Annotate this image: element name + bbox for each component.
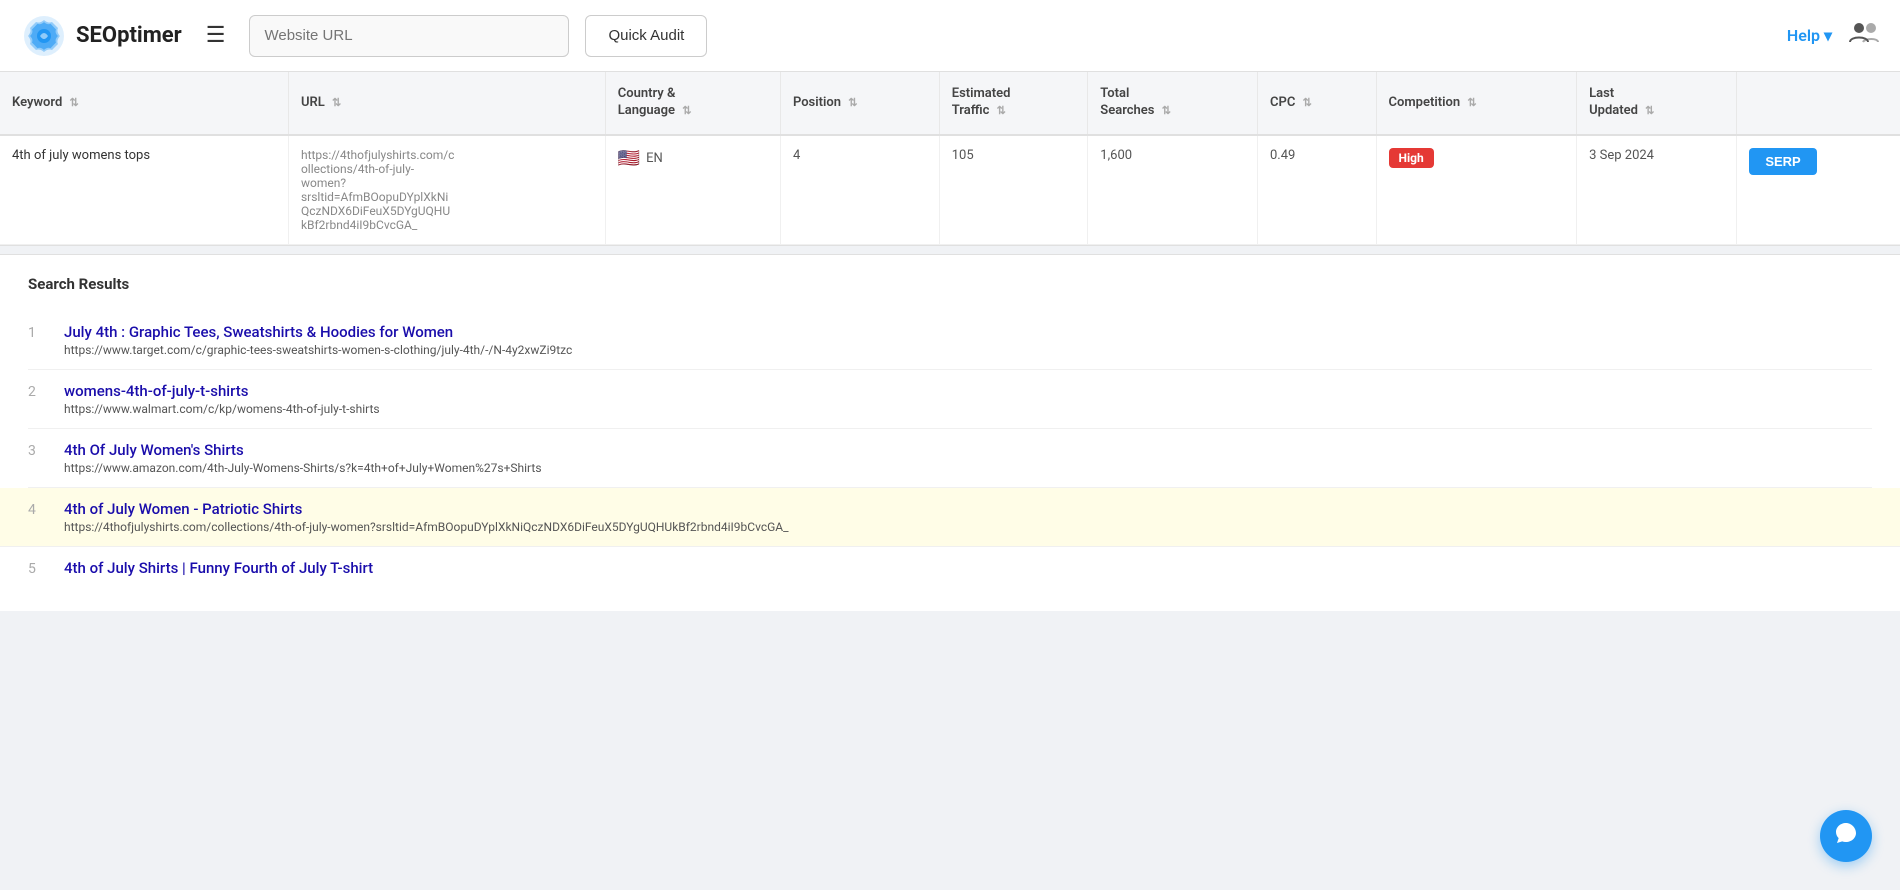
sort-url-icon[interactable]: ⇅ xyxy=(332,96,341,109)
list-item: 3 4th Of July Women's Shirts https://www… xyxy=(28,429,1872,488)
sort-cpc-icon[interactable]: ⇅ xyxy=(1303,96,1312,109)
logo-area: SEOptimer xyxy=(20,12,182,60)
keyword-table-section: Keyword ⇅ URL ⇅ Country &Language ⇅ Posi… xyxy=(0,72,1900,246)
chat-icon xyxy=(1833,820,1859,852)
th-last-updated[interactable]: LastUpdated ⇅ xyxy=(1577,72,1737,135)
th-keyword-label: Keyword xyxy=(12,95,62,110)
help-button[interactable]: Help ▾ xyxy=(1787,26,1832,45)
result-content: 4th of July Shirts | Funny Fourth of Jul… xyxy=(64,559,373,579)
cell-estimated-traffic: 105 xyxy=(939,135,1088,245)
result-url: https://4thofjulyshirts.com/collections/… xyxy=(64,520,789,534)
list-item: 1 July 4th : Graphic Tees, Sweatshirts &… xyxy=(28,311,1872,370)
keyword-table: Keyword ⇅ URL ⇅ Country &Language ⇅ Posi… xyxy=(0,72,1900,245)
cell-total-searches: 1,600 xyxy=(1088,135,1258,245)
result-url: https://www.amazon.com/4th-July-Womens-S… xyxy=(64,461,542,475)
help-arrow: ▾ xyxy=(1824,26,1832,45)
th-country-language-label: Country &Language xyxy=(618,86,676,118)
th-cpc[interactable]: CPC ⇅ xyxy=(1258,72,1377,135)
user-icon[interactable] xyxy=(1848,18,1880,53)
flag-icon: 🇺🇸 xyxy=(618,148,640,169)
result-link[interactable]: July 4th : Graphic Tees, Sweatshirts & H… xyxy=(64,323,572,341)
result-link[interactable]: 4th Of July Women's Shirts xyxy=(64,441,542,459)
th-position[interactable]: Position ⇅ xyxy=(780,72,939,135)
url-text: https://4thofjulyshirts.com/collections/… xyxy=(301,148,455,232)
table-header-row: Keyword ⇅ URL ⇅ Country &Language ⇅ Posi… xyxy=(0,72,1900,135)
result-number: 1 xyxy=(28,323,48,341)
th-serp xyxy=(1737,72,1900,135)
cell-position: 4 xyxy=(780,135,939,245)
cell-keyword: 4th of july womens tops xyxy=(0,135,288,245)
header-right: Help ▾ xyxy=(1787,18,1880,53)
th-country-language[interactable]: Country &Language ⇅ xyxy=(605,72,780,135)
header: SEOptimer ☰ Quick Audit Help ▾ xyxy=(0,0,1900,72)
result-content: 4th of July Women - Patriotic Shirts htt… xyxy=(64,500,789,534)
sort-competition-icon[interactable]: ⇅ xyxy=(1467,96,1476,109)
language-text: EN xyxy=(646,151,663,166)
sort-keyword-icon[interactable]: ⇅ xyxy=(70,96,79,109)
search-results-title: Search Results xyxy=(28,275,1872,293)
th-last-updated-label: LastUpdated xyxy=(1589,86,1638,118)
cell-serp: SERP xyxy=(1737,135,1900,245)
result-content: July 4th : Graphic Tees, Sweatshirts & H… xyxy=(64,323,572,357)
th-position-label: Position xyxy=(793,95,841,110)
list-item: 2 womens-4th-of-july-t-shirts https://ww… xyxy=(28,370,1872,429)
cell-country-language: 🇺🇸 EN xyxy=(605,135,780,245)
th-keyword[interactable]: Keyword ⇅ xyxy=(0,72,288,135)
result-number: 2 xyxy=(28,382,48,400)
result-link[interactable]: womens-4th-of-july-t-shirts xyxy=(64,382,380,400)
th-total-searches-label: TotalSearches xyxy=(1100,86,1154,118)
th-competition[interactable]: Competition ⇅ xyxy=(1376,72,1577,135)
th-cpc-label: CPC xyxy=(1270,95,1295,110)
result-number: 4 xyxy=(28,500,48,518)
list-item: 5 4th of July Shirts | Funny Fourth of J… xyxy=(28,547,1872,591)
quick-audit-button[interactable]: Quick Audit xyxy=(585,15,707,57)
th-competition-label: Competition xyxy=(1389,95,1461,110)
th-total-searches[interactable]: TotalSearches ⇅ xyxy=(1088,72,1258,135)
cell-url: https://4thofjulyshirts.com/collections/… xyxy=(288,135,605,245)
serp-button[interactable]: SERP xyxy=(1749,148,1816,175)
table-row: 4th of july womens tops https://4thofjul… xyxy=(0,135,1900,245)
search-results-section: Search Results 1 July 4th : Graphic Tees… xyxy=(0,254,1900,611)
th-url-label: URL xyxy=(301,95,325,110)
sort-country-icon[interactable]: ⇅ xyxy=(682,104,691,117)
result-number: 3 xyxy=(28,441,48,459)
logo-text: SEOptimer xyxy=(76,23,182,48)
list-item: 4 4th of July Women - Patriotic Shirts h… xyxy=(0,488,1900,547)
result-content: 4th Of July Women's Shirts https://www.a… xyxy=(64,441,542,475)
url-input[interactable] xyxy=(249,15,569,57)
competition-badge: High xyxy=(1389,148,1434,168)
cell-cpc: 0.49 xyxy=(1258,135,1377,245)
sort-searches-icon[interactable]: ⇅ xyxy=(1162,104,1171,117)
sort-updated-icon[interactable]: ⇅ xyxy=(1645,104,1654,117)
result-content: womens-4th-of-july-t-shirts https://www.… xyxy=(64,382,380,416)
help-label: Help xyxy=(1787,26,1820,45)
result-link[interactable]: 4th of July Shirts | Funny Fourth of Jul… xyxy=(64,559,373,577)
result-link[interactable]: 4th of July Women - Patriotic Shirts xyxy=(64,500,789,518)
result-url: https://www.walmart.com/c/kp/womens-4th-… xyxy=(64,402,380,416)
result-url: https://www.target.com/c/graphic-tees-sw… xyxy=(64,343,572,357)
th-url[interactable]: URL ⇅ xyxy=(288,72,605,135)
sort-position-icon[interactable]: ⇅ xyxy=(848,96,857,109)
result-number: 5 xyxy=(28,559,48,577)
cell-last-updated: 3 Sep 2024 xyxy=(1577,135,1737,245)
logo-icon xyxy=(20,12,68,60)
cell-competition: High xyxy=(1376,135,1577,245)
hamburger-menu[interactable]: ☰ xyxy=(206,23,226,48)
sort-traffic-icon[interactable]: ⇅ xyxy=(997,104,1006,117)
chat-bubble[interactable] xyxy=(1820,810,1872,862)
th-estimated-traffic[interactable]: EstimatedTraffic ⇅ xyxy=(939,72,1088,135)
